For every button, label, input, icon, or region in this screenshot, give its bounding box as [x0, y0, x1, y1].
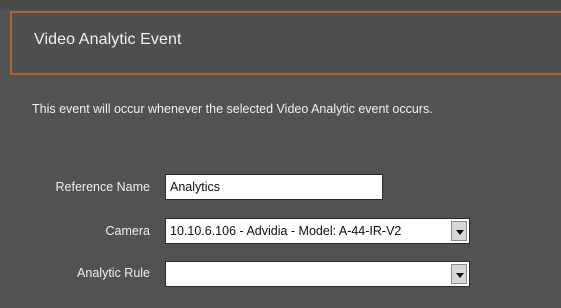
- camera-select[interactable]: 10.10.6.106 - Advidia - Model: A-44-IR-V…: [165, 218, 470, 244]
- event-description: This event will occur whenever the selec…: [32, 102, 433, 116]
- camera-label: Camera: [105, 224, 150, 238]
- analytic-rule-label: Analytic Rule: [77, 266, 150, 280]
- video-analytic-event-panel: Video Analytic Event This event will occ…: [0, 0, 561, 308]
- camera-selected-value: 10.10.6.106 - Advidia - Model: A-44-IR-V…: [170, 224, 402, 238]
- panel-top-shade: [0, 0, 561, 10]
- page-title: Video Analytic Event: [34, 31, 182, 48]
- analytic-rule-select[interactable]: [165, 261, 470, 287]
- reference-name-input[interactable]: [165, 174, 383, 200]
- chevron-down-icon[interactable]: [451, 264, 467, 284]
- chevron-down-icon[interactable]: [451, 221, 467, 241]
- reference-name-label: Reference Name: [55, 180, 151, 194]
- panel-header: Video Analytic Event: [10, 11, 561, 75]
